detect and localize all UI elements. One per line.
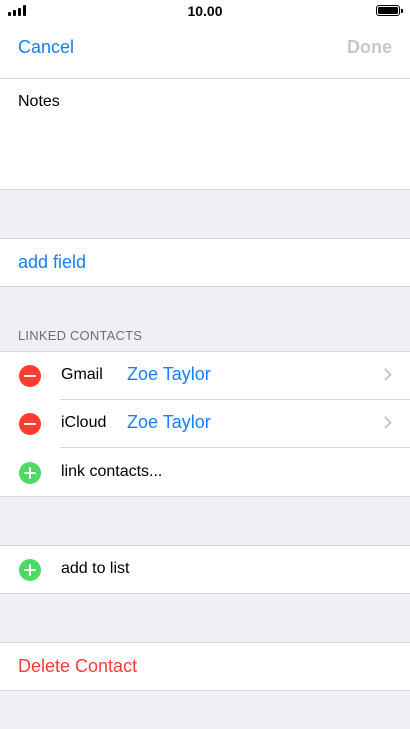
done-button[interactable]: Done: [347, 37, 392, 58]
chevron-right-icon: [379, 368, 392, 381]
linked-contact-name: Zoe Taylor: [127, 364, 211, 384]
cancel-button[interactable]: Cancel: [18, 37, 74, 58]
delete-contact-button[interactable]: Delete Contact: [18, 656, 137, 677]
linked-contacts-header: LINKED CONTACTS: [18, 328, 143, 343]
linked-contact-row-icloud[interactable]: iCloud Zoe Taylor: [0, 400, 410, 448]
add-to-list-row[interactable]: add to list: [0, 546, 410, 594]
status-time: 10.00: [187, 3, 223, 19]
linked-contact-name: Zoe Taylor: [127, 412, 211, 432]
linked-contact-row-gmail[interactable]: Gmail Zoe Taylor: [0, 352, 410, 400]
status-bar: 10.00: [0, 0, 410, 24]
linked-account-label: Gmail: [61, 366, 103, 383]
notes-field[interactable]: Notes: [0, 78, 410, 190]
chevron-right-icon: [379, 416, 392, 429]
add-field-row[interactable]: add field: [0, 238, 410, 287]
add-icon[interactable]: [19, 559, 41, 581]
add-field-label: add field: [18, 252, 87, 272]
delete-contact-row[interactable]: Delete Contact: [0, 642, 410, 691]
add-to-list-label: add to list: [61, 560, 130, 577]
edit-contact-screen: 10.00 Cancel Done Notes add field LINKED…: [0, 0, 410, 729]
notes-label: Notes: [18, 93, 60, 110]
battery-icon: [376, 5, 403, 16]
add-to-list-section: add to list: [0, 545, 410, 594]
link-contacts-row[interactable]: link contacts...: [0, 449, 410, 497]
add-icon[interactable]: [19, 462, 41, 484]
remove-icon[interactable]: [19, 365, 41, 387]
linked-account-label: iCloud: [61, 414, 107, 431]
remove-icon[interactable]: [19, 413, 41, 435]
navigation-bar: Cancel Done: [0, 24, 410, 78]
linked-contacts-section: Gmail Zoe Taylor iCloud Zoe Taylor link …: [0, 351, 410, 497]
link-contacts-label: link contacts...: [61, 463, 163, 480]
